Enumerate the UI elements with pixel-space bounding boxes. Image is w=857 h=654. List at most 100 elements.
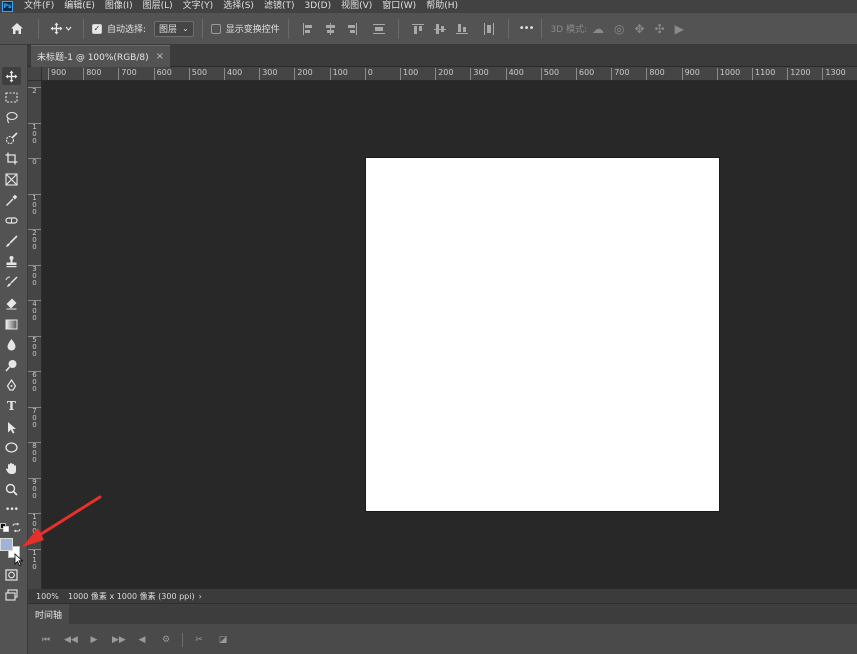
blur-tool-icon[interactable] bbox=[2, 335, 21, 353]
lasso-tool-icon[interactable] bbox=[2, 108, 21, 126]
align-bottom-icon[interactable] bbox=[455, 23, 468, 35]
timeline-controls: ⏮ ◀◀ ▶ ▶▶ ◀ ⚙ ✂ ◪ bbox=[28, 624, 857, 654]
swap-colors-icon[interactable] bbox=[12, 522, 21, 533]
brush-tool-icon[interactable] bbox=[2, 232, 21, 250]
ruler-top-label: 100 bbox=[400, 68, 418, 80]
settings-gear-icon[interactable]: ⚙ bbox=[160, 635, 172, 645]
menu-select[interactable]: 选择(S) bbox=[218, 0, 259, 13]
ruler-origin[interactable] bbox=[28, 67, 42, 81]
separator bbox=[83, 18, 84, 39]
edit-toolbar-icon[interactable]: ••• bbox=[2, 501, 21, 519]
canvas-area[interactable] bbox=[42, 81, 857, 589]
document-info: 1000 像素 x 1000 像素 (300 ppi) bbox=[68, 591, 195, 601]
more-options-button[interactable]: ••• bbox=[519, 23, 535, 34]
align-vertical-center-icon[interactable] bbox=[433, 23, 446, 35]
ruler-left-label: 1 0 0 bbox=[28, 122, 41, 145]
menu-edit[interactable]: 编辑(E) bbox=[59, 0, 100, 13]
first-frame-icon[interactable]: ⏮ bbox=[40, 635, 52, 645]
menu-3d[interactable]: 3D(D) bbox=[299, 0, 336, 13]
auto-select-checkbox[interactable]: ✓ bbox=[92, 23, 102, 34]
auto-select-target-dropdown[interactable]: 图层 ⌄ bbox=[154, 20, 194, 37]
ruler-left-label: 6 0 0 bbox=[28, 371, 41, 393]
zoom-level[interactable]: 100% bbox=[28, 592, 64, 601]
frame-tool-icon[interactable] bbox=[2, 170, 21, 188]
zoom-tool-icon[interactable] bbox=[2, 480, 21, 498]
menu-window[interactable]: 窗口(W) bbox=[377, 0, 421, 13]
timeline-tab[interactable]: 时间轴 bbox=[28, 604, 70, 624]
foreground-color-swatch[interactable] bbox=[0, 538, 13, 551]
menu-file[interactable]: 文件(F) bbox=[19, 0, 59, 13]
ruler-left-label: 3 0 0 bbox=[28, 264, 41, 287]
menu-filter[interactable]: 滤镜(T) bbox=[259, 0, 300, 13]
align-right-icon[interactable] bbox=[346, 22, 358, 35]
separator bbox=[38, 18, 39, 39]
orbit-3d-icon[interactable]: ☁ bbox=[592, 22, 604, 36]
home-icon[interactable] bbox=[4, 22, 30, 35]
ruler-left-label: 5 0 0 bbox=[28, 335, 41, 358]
audio-icon[interactable]: ◀ bbox=[136, 635, 148, 645]
ruler-left-label: 4 0 0 bbox=[28, 300, 41, 322]
gradient-tool-icon[interactable] bbox=[2, 315, 21, 333]
healing-brush-tool-icon[interactable] bbox=[2, 211, 21, 229]
play-icon[interactable]: ▶ bbox=[88, 635, 100, 645]
ruler-top-label: 900 bbox=[48, 68, 66, 80]
ruler-left-label: 2 bbox=[28, 87, 41, 95]
ruler-top-label: 500 bbox=[540, 68, 559, 80]
ruler-top-label: 200 bbox=[435, 68, 453, 80]
history-brush-tool-icon[interactable] bbox=[2, 273, 21, 291]
distribute-horizontal-icon[interactable] bbox=[483, 22, 495, 35]
menu-view[interactable]: 视图(V) bbox=[336, 0, 377, 13]
ellipse-tool-icon[interactable] bbox=[2, 438, 21, 456]
distribute-vertical-icon[interactable] bbox=[372, 23, 385, 35]
align-horizontal-center-icon[interactable] bbox=[324, 22, 336, 35]
clone-stamp-tool-icon[interactable] bbox=[2, 252, 21, 270]
video-3d-icon[interactable]: ▶ bbox=[675, 22, 684, 36]
quick-select-tool-icon[interactable] bbox=[2, 129, 21, 147]
auto-select-label: 自动选择: bbox=[107, 25, 147, 35]
move-tool-preset-icon[interactable] bbox=[47, 22, 75, 35]
mode-3d-label: 3D 模式: bbox=[550, 25, 588, 35]
align-left-icon[interactable] bbox=[302, 22, 314, 35]
show-transform-label: 显示变换控件 bbox=[225, 25, 280, 35]
menu-image[interactable]: 图像(I) bbox=[100, 0, 138, 13]
ruler-left-label: 7 0 0 bbox=[28, 406, 41, 429]
path-selection-tool-icon[interactable] bbox=[2, 418, 21, 436]
ruler-top-label: 1000 bbox=[716, 68, 740, 80]
ruler-left-label: 1 0 0 bbox=[28, 193, 41, 216]
status-bar: 100% 1000 像素 x 1000 像素 (300 ppi) › bbox=[28, 589, 857, 603]
next-frame-icon[interactable]: ▶▶ bbox=[112, 635, 126, 645]
menu-type[interactable]: 文字(Y) bbox=[178, 0, 219, 13]
document-canvas[interactable] bbox=[366, 158, 719, 511]
show-transform-checkbox[interactable] bbox=[210, 23, 221, 34]
document-tab[interactable]: 未标题-1 @ 100%(RGB/8) × bbox=[31, 45, 170, 67]
close-tab-icon[interactable]: × bbox=[156, 51, 164, 62]
previous-frame-icon[interactable]: ◀◀ bbox=[64, 635, 78, 645]
menu-help[interactable]: 帮助(H) bbox=[421, 0, 463, 13]
align-top-icon[interactable] bbox=[411, 23, 424, 35]
status-menu-arrow-icon[interactable]: › bbox=[199, 592, 202, 601]
roll-3d-icon[interactable]: ◎ bbox=[614, 22, 624, 36]
crop-tool-icon[interactable] bbox=[2, 149, 21, 167]
vertical-ruler[interactable]: 2 1 0 0 0 1 0 0 2 0 0 3 0 0 4 0 0 5 0 0 6 0 0 7 0… bbox=[28, 81, 42, 589]
drag-3d-icon[interactable]: ✥ bbox=[635, 22, 645, 36]
hand-tool-icon[interactable] bbox=[2, 459, 21, 477]
ruler-top-label: 800 bbox=[83, 68, 101, 80]
menu-layer[interactable]: 图层(L) bbox=[138, 0, 178, 13]
ruler-top-label: 200 bbox=[294, 68, 313, 80]
transition-icon[interactable]: ◪ bbox=[217, 635, 229, 645]
eraser-tool-icon[interactable] bbox=[2, 294, 21, 312]
ruler-top-label: 1200 bbox=[787, 68, 811, 80]
move-tool-icon[interactable] bbox=[2, 67, 21, 85]
eyedropper-tool-icon[interactable] bbox=[2, 191, 21, 209]
marquee-tool-icon[interactable] bbox=[2, 88, 21, 106]
default-colors-icon[interactable] bbox=[0, 523, 9, 532]
pen-tool-icon[interactable] bbox=[2, 376, 21, 394]
type-tool-icon[interactable]: T bbox=[2, 397, 21, 415]
dodge-tool-icon[interactable] bbox=[2, 356, 21, 374]
slide-3d-icon[interactable]: ✣ bbox=[655, 22, 665, 36]
quick-mask-icon[interactable] bbox=[2, 566, 21, 584]
split-scissors-icon[interactable]: ✂ bbox=[193, 635, 205, 645]
ruler-top-label: 400 bbox=[224, 68, 242, 80]
screen-mode-icon[interactable] bbox=[2, 586, 21, 604]
horizontal-ruler[interactable]: 900 800 700 600 500 400 300 200 100 0 100 200 300 400… bbox=[42, 67, 857, 81]
